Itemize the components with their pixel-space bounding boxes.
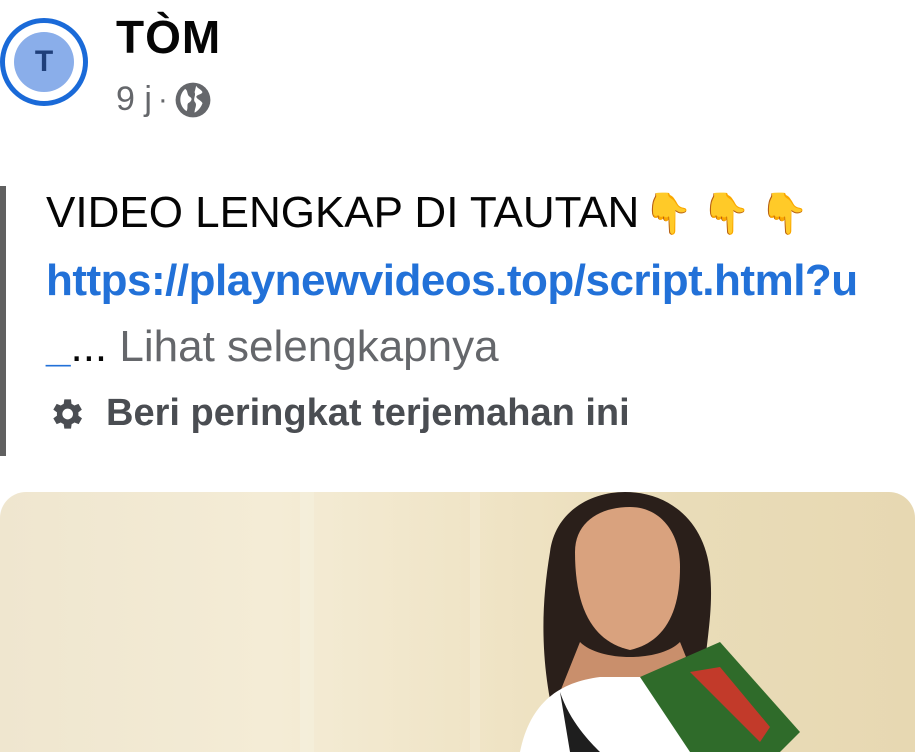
post-headline: VIDEO LENGKAP DI TAUTAN 👇 👇 👇: [46, 188, 817, 238]
author-name[interactable]: TÒM: [116, 10, 221, 64]
meta-separator: ·: [157, 82, 168, 116]
post-time[interactable]: 9 j: [116, 80, 152, 119]
point-down-icon: 👇: [701, 190, 751, 237]
avatar-initial: T: [14, 32, 74, 92]
rate-translation-label: Beri peringkat terjemahan ini: [106, 392, 630, 434]
video-thumbnail[interactable]: [0, 492, 915, 752]
gear-icon: [53, 398, 82, 429]
point-down-icon: 👇: [758, 190, 809, 237]
avatar[interactable]: T: [0, 18, 88, 106]
post-link[interactable]: https://playnewvideos.top/script.html?u: [46, 256, 858, 306]
link-trail[interactable]: _: [46, 322, 70, 371]
post-text: VIDEO LENGKAP DI TAUTAN 👇 👇 👇 https://pl…: [0, 186, 915, 456]
ellipsis: ...: [70, 322, 108, 371]
see-more-link[interactable]: Lihat selengkapnya: [119, 322, 498, 371]
globe-icon[interactable]: [174, 81, 212, 119]
see-more-line: _... Lihat selengkapnya: [46, 322, 499, 372]
rate-translation-row[interactable]: Beri peringkat terjemahan ini: [46, 392, 630, 435]
post-header: T TÒM 9 j ·: [0, 0, 915, 140]
point-down-icon: 👇: [643, 190, 694, 237]
person-image: [520, 492, 800, 752]
headline-text: VIDEO LENGKAP DI TAUTAN: [46, 188, 640, 237]
post-meta: 9 j ·: [116, 80, 212, 119]
emoji-row: 👇 👇 👇: [643, 190, 816, 237]
